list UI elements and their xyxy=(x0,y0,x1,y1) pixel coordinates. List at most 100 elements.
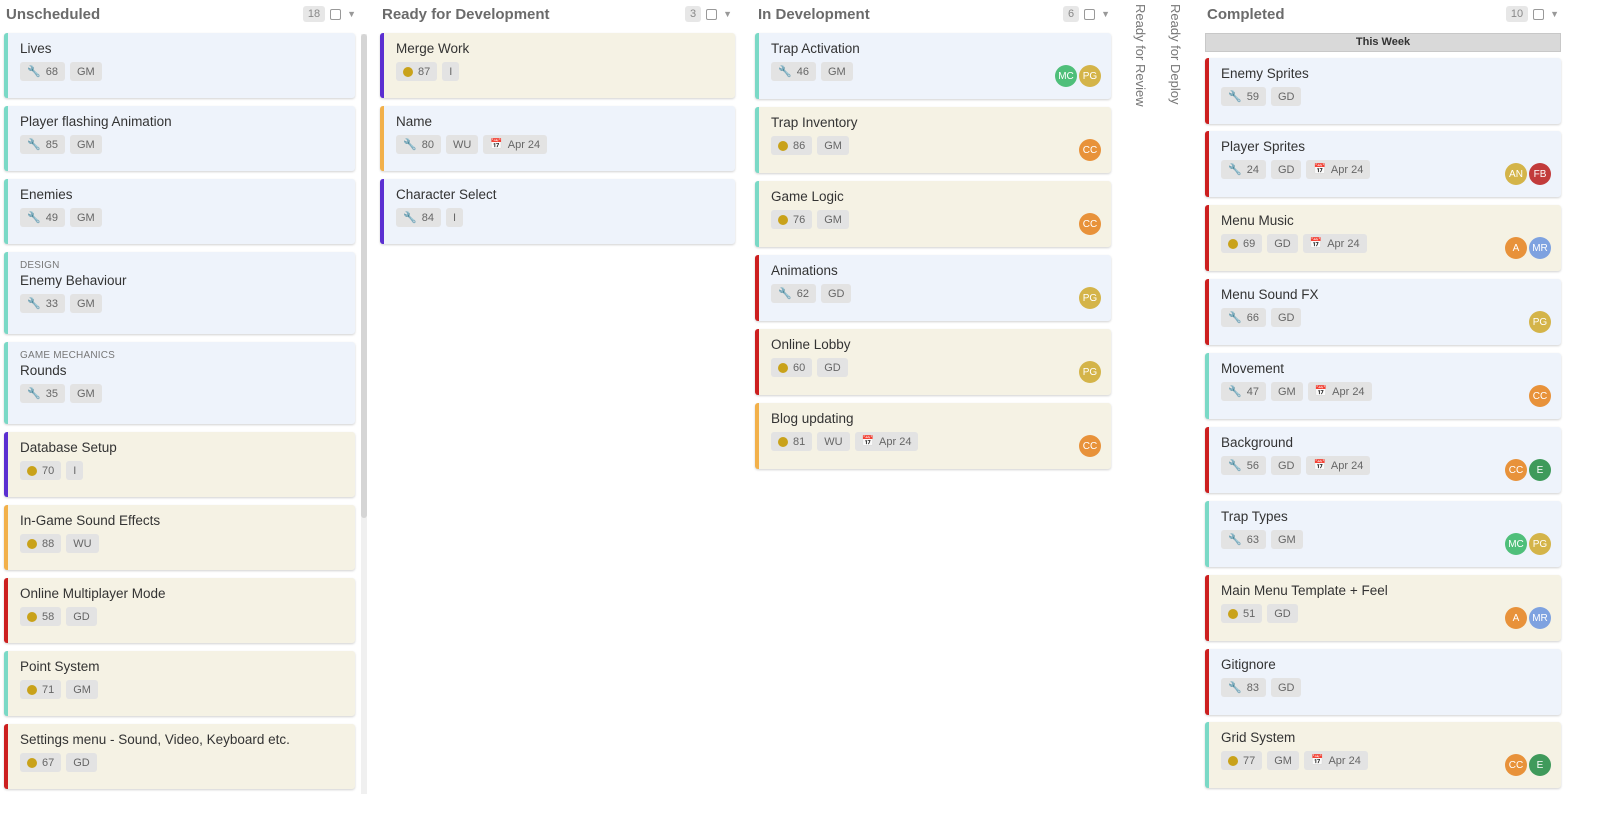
scrollbar-thumb[interactable] xyxy=(361,34,367,518)
card-title[interactable]: Character Select xyxy=(396,187,725,202)
avatar[interactable]: MC xyxy=(1505,533,1527,555)
card[interactable]: Trap Inventory 86 GM CC xyxy=(755,107,1111,173)
chevron-down-icon[interactable]: ▼ xyxy=(347,9,356,19)
avatar[interactable]: FB xyxy=(1529,163,1551,185)
card-title[interactable]: Movement xyxy=(1221,361,1551,376)
card[interactable]: Background 🔧 56 GD 📅 Apr 24 CC E xyxy=(1205,427,1561,493)
card[interactable]: Settings menu - Sound, Video, Keyboard e… xyxy=(4,724,355,789)
tag-badge: GM xyxy=(69,208,102,227)
card[interactable]: Menu Sound FX 🔧 66 GD PG xyxy=(1205,279,1561,345)
column-select-checkbox[interactable] xyxy=(1533,8,1545,20)
avatar[interactable]: MR xyxy=(1529,607,1551,629)
card-title[interactable]: Player Sprites xyxy=(1221,139,1551,154)
avatar[interactable]: PG xyxy=(1079,65,1101,87)
card[interactable]: Point System 71 GM xyxy=(4,651,355,716)
card[interactable]: DESIGN Enemy Behaviour 🔧 33 GM xyxy=(4,252,355,334)
card-title[interactable]: Trap Activation xyxy=(771,41,1101,56)
card[interactable]: Online Lobby 60 GD PG xyxy=(755,329,1111,395)
card[interactable]: GAME MECHANICS Rounds 🔧 35 GM xyxy=(4,342,355,424)
wrench-icon: 🔧 xyxy=(27,298,41,310)
avatar[interactable]: PG xyxy=(1529,311,1551,333)
card-title[interactable]: Settings menu - Sound, Video, Keyboard e… xyxy=(20,732,345,747)
card[interactable]: Grid System 77 GM 📅 Apr 24 CC E xyxy=(1205,722,1561,788)
column-in-development: In Development 6 ▼ xyxy=(752,0,1114,28)
card[interactable]: Enemy Sprites 🔧 59 GD xyxy=(1205,58,1561,124)
card[interactable]: Animations 🔧 62 GD PG xyxy=(755,255,1111,321)
card-title[interactable]: In-Game Sound Effects xyxy=(20,513,345,528)
card-title[interactable]: Lives xyxy=(20,41,345,56)
card-title[interactable]: Enemies xyxy=(20,187,345,202)
points-badge: 71 xyxy=(20,680,62,699)
avatar[interactable]: CC xyxy=(1079,139,1101,161)
tag-badge: WU xyxy=(817,432,850,451)
card[interactable]: In-Game Sound Effects 88 WU xyxy=(4,505,355,570)
avatar[interactable]: PG xyxy=(1529,533,1551,555)
card-title[interactable]: Enemy Behaviour xyxy=(20,273,345,288)
avatar[interactable]: CC xyxy=(1079,435,1101,457)
avatar[interactable]: CC xyxy=(1505,459,1527,481)
card-title[interactable]: Trap Inventory xyxy=(771,115,1101,130)
avatar[interactable]: MR xyxy=(1529,237,1551,259)
column-select-checkbox[interactable] xyxy=(1084,8,1096,20)
avatar[interactable]: CC xyxy=(1079,213,1101,235)
card-title[interactable]: Menu Sound FX xyxy=(1221,287,1551,302)
card-title[interactable]: Main Menu Template + Feel xyxy=(1221,583,1551,598)
card-title[interactable]: Rounds xyxy=(20,363,345,378)
card-title[interactable]: Grid System xyxy=(1221,730,1551,745)
card-title[interactable]: Animations xyxy=(771,263,1101,278)
card-title[interactable]: Game Logic xyxy=(771,189,1101,204)
card-title[interactable]: Database Setup xyxy=(20,440,345,455)
card[interactable]: Character Select 🔧 84 I xyxy=(380,179,735,244)
chevron-down-icon[interactable]: ▼ xyxy=(723,9,732,19)
card[interactable]: Gitignore 🔧 83 GD xyxy=(1205,649,1561,715)
card-title[interactable]: Menu Music xyxy=(1221,213,1551,228)
section-header-this-week[interactable]: This Week xyxy=(1205,33,1561,52)
avatar[interactable]: E xyxy=(1529,459,1551,481)
chevron-down-icon[interactable]: ▼ xyxy=(1550,9,1559,19)
avatar[interactable]: MC xyxy=(1055,65,1077,87)
card-title[interactable]: Player flashing Animation xyxy=(20,114,345,129)
card-title[interactable]: Blog updating xyxy=(771,411,1101,426)
card[interactable]: Movement 🔧 47 GM 📅 Apr 24 CC xyxy=(1205,353,1561,419)
card-title[interactable]: Trap Types xyxy=(1221,509,1551,524)
card[interactable]: Trap Activation 🔧 46 GM MC PG xyxy=(755,33,1111,99)
card-title[interactable]: Online Lobby xyxy=(771,337,1101,352)
card-title[interactable]: Name xyxy=(396,114,725,129)
card[interactable]: Name 🔧 80 WU 📅 Apr 24 xyxy=(380,106,735,171)
avatar[interactable]: A xyxy=(1505,237,1527,259)
card-title[interactable]: Online Multiplayer Mode xyxy=(20,586,345,601)
chevron-down-icon[interactable]: ▼ xyxy=(1101,9,1110,19)
card-title[interactable]: Gitignore xyxy=(1221,657,1551,672)
card[interactable]: Menu Music 69 GD 📅 Apr 24 A MR xyxy=(1205,205,1561,271)
collapsed-column-ready-for-deploy[interactable]: Ready for Deploy xyxy=(1168,4,1183,104)
card-title[interactable]: Background xyxy=(1221,435,1551,450)
card-badges: 🔧 80 WU 📅 Apr 24 xyxy=(396,135,725,154)
card[interactable]: Player Sprites 🔧 24 GD 📅 Apr 24 AN FB xyxy=(1205,131,1561,197)
card[interactable]: Enemies 🔧 49 GM xyxy=(4,179,355,244)
card-title[interactable]: Point System xyxy=(20,659,345,674)
column-select-checkbox[interactable] xyxy=(706,8,718,20)
avatar[interactable]: E xyxy=(1529,754,1551,776)
column-count: 3 xyxy=(684,6,702,22)
card[interactable]: Database Setup 70 I xyxy=(4,432,355,497)
avatar[interactable]: CC xyxy=(1505,754,1527,776)
card[interactable]: Main Menu Template + Feel 51 GD A MR xyxy=(1205,575,1561,641)
avatar[interactable]: AN xyxy=(1505,163,1527,185)
column-select-checkbox[interactable] xyxy=(330,8,342,20)
card[interactable]: Lives 🔧 68 GM xyxy=(4,33,355,98)
card-title[interactable]: Merge Work xyxy=(396,41,725,56)
card-title[interactable]: Enemy Sprites xyxy=(1221,66,1551,81)
card[interactable]: Player flashing Animation 🔧 85 GM xyxy=(4,106,355,171)
points-badge: 60 xyxy=(771,358,813,377)
card[interactable]: Merge Work 87 I xyxy=(380,33,735,98)
avatar[interactable]: CC xyxy=(1529,385,1551,407)
card[interactable]: Blog updating 81 WU 📅 Apr 24 CC xyxy=(755,403,1111,469)
avatar[interactable]: PG xyxy=(1079,287,1101,309)
avatar[interactable]: A xyxy=(1505,607,1527,629)
card[interactable]: Online Multiplayer Mode 58 GD xyxy=(4,578,355,643)
collapsed-column-ready-for-review[interactable]: Ready for Review xyxy=(1133,4,1148,107)
card[interactable]: Trap Types 🔧 63 GM MC PG xyxy=(1205,501,1561,567)
avatar[interactable]: PG xyxy=(1079,361,1101,383)
points-value: 56 xyxy=(1246,459,1259,472)
card[interactable]: Game Logic 76 GM CC xyxy=(755,181,1111,247)
